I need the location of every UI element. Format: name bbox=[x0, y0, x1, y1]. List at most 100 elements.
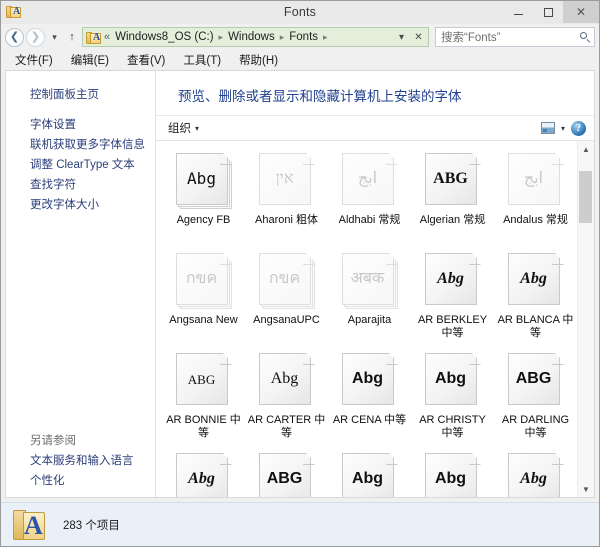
sidebar-item-change-font-size[interactable]: 更改字体大小 bbox=[6, 195, 155, 215]
menu-item-file[interactable]: 文件(F) bbox=[13, 51, 55, 69]
breadcrumb-overflow[interactable]: « bbox=[103, 31, 113, 43]
font-file-icon: Abg bbox=[424, 452, 482, 497]
menu-item-tools[interactable]: 工具(T) bbox=[181, 51, 223, 69]
close-icon[interactable]: ✕ bbox=[410, 28, 427, 46]
breadcrumb-item-fonts[interactable]: Fonts bbox=[287, 31, 320, 43]
font-file-icon: ابج bbox=[341, 152, 399, 209]
breadcrumb-item-drive[interactable]: Windows8_OS (C:) bbox=[113, 31, 215, 43]
font-name-label: AR CENA 中等 bbox=[332, 414, 407, 426]
address-bar[interactable]: A « Windows8_OS (C:) ▸ Windows ▸ Fonts ▸… bbox=[82, 27, 429, 47]
breadcrumb-separator[interactable]: ▸ bbox=[277, 32, 288, 43]
font-preview-sample: Abg bbox=[520, 270, 547, 287]
breadcrumb: « Windows8_OS (C:) ▸ Windows ▸ Fonts ▸ bbox=[103, 31, 393, 43]
navigation-bar: ❮ ❯ ▾ ↑ A « Windows8_OS (C:) ▸ Windows ▸… bbox=[1, 24, 599, 50]
font-tile[interactable]: ABG Algerian 常规 bbox=[411, 151, 494, 251]
font-preview-sample: Abg bbox=[187, 169, 216, 188]
breadcrumb-separator[interactable]: ▸ bbox=[216, 32, 227, 43]
font-name-label: AR CARTER 中等 bbox=[247, 414, 326, 439]
font-name-label: Andalus 常规 bbox=[503, 214, 568, 226]
view-options-icon[interactable] bbox=[540, 122, 555, 134]
font-name-label: AR DARLING 中等 bbox=[501, 414, 570, 439]
font-name-label: Angsana New bbox=[169, 314, 238, 326]
fonts-folder-icon: A bbox=[6, 4, 22, 20]
font-preview-sample: Abg bbox=[351, 470, 384, 487]
font-tile[interactable]: Abg bbox=[411, 451, 494, 497]
organize-button[interactable]: 组织 ▾ bbox=[168, 120, 199, 136]
font-file-icon: Abg bbox=[175, 152, 233, 209]
search-icon[interactable] bbox=[579, 31, 591, 43]
breadcrumb-item-windows[interactable]: Windows bbox=[226, 31, 277, 43]
font-tile[interactable]: ابج Andalus 常规 bbox=[494, 151, 577, 251]
font-tile[interactable]: אין Aharoni 粗体 bbox=[245, 151, 328, 251]
font-preview-sample: Abg bbox=[520, 470, 547, 487]
sidebar-item-font-settings[interactable]: 字体设置 bbox=[6, 115, 155, 135]
sidebar-item-control-panel-home[interactable]: 控制面板主页 bbox=[6, 85, 155, 105]
sidebar: 控制面板主页 字体设置 联机获取更多字体信息 调整 ClearType 文本 查… bbox=[6, 71, 156, 497]
font-tile[interactable]: ABG bbox=[245, 451, 328, 497]
font-preview-sample: ابج bbox=[357, 170, 378, 187]
recent-locations-button[interactable]: ▾ bbox=[47, 27, 62, 47]
font-file-icon: Abg bbox=[341, 352, 399, 409]
font-preview-sample: กขค bbox=[268, 270, 301, 287]
font-name-label: Aldhabi 常规 bbox=[338, 214, 401, 226]
font-file-icon: Abg bbox=[424, 352, 482, 409]
font-file-icon: Abg bbox=[507, 252, 565, 309]
font-tile[interactable]: Abg AR CARTER 中等 bbox=[245, 351, 328, 451]
sidebar-item-text-services[interactable]: 文本服务和输入语言 bbox=[6, 451, 155, 471]
fonts-folder-icon: A bbox=[86, 30, 101, 44]
vertical-scrollbar[interactable]: ▲ ▼ bbox=[577, 141, 594, 497]
font-tile[interactable]: Abg bbox=[494, 451, 577, 497]
scroll-up-arrow[interactable]: ▲ bbox=[578, 141, 594, 157]
font-file-icon: ABG bbox=[175, 352, 233, 409]
folder-letter: A bbox=[24, 510, 43, 540]
sidebar-item-find-character[interactable]: 查找字符 bbox=[6, 175, 155, 195]
font-file-icon: กขค bbox=[258, 252, 316, 309]
scroll-down-arrow[interactable]: ▼ bbox=[578, 481, 594, 497]
font-tile[interactable]: Abg AR BERKLEY 中等 bbox=[411, 251, 494, 351]
minimize-button[interactable] bbox=[503, 1, 533, 23]
font-file-icon: Abg bbox=[175, 452, 233, 497]
font-tile[interactable]: अबक Aparajita bbox=[328, 251, 411, 351]
up-button[interactable]: ↑ bbox=[64, 27, 80, 47]
font-preview-sample: אין bbox=[275, 170, 294, 187]
font-tile[interactable]: Abg bbox=[328, 451, 411, 497]
back-button[interactable]: ❮ bbox=[5, 27, 24, 47]
menu-item-help[interactable]: 帮助(H) bbox=[237, 51, 280, 69]
toolbar-right: ▾ ? bbox=[540, 120, 586, 136]
font-tile[interactable]: Abg Agency FB bbox=[162, 151, 245, 251]
font-name-label: Aparajita bbox=[347, 314, 392, 326]
sidebar-item-adjust-cleartype[interactable]: 调整 ClearType 文本 bbox=[6, 155, 155, 175]
sidebar-item-get-font-info-online[interactable]: 联机获取更多字体信息 bbox=[6, 135, 155, 155]
menu-item-edit[interactable]: 编辑(E) bbox=[69, 51, 111, 69]
font-tile[interactable]: กขค Angsana New bbox=[162, 251, 245, 351]
search-placeholder: 搜索“Fonts” bbox=[441, 32, 501, 44]
font-tile[interactable]: ABG AR DARLING 中等 bbox=[494, 351, 577, 451]
font-tile[interactable]: Abg AR BLANCA 中等 bbox=[494, 251, 577, 351]
sidebar-item-personalization[interactable]: 个性化 bbox=[6, 471, 155, 491]
font-tile[interactable]: Abg bbox=[162, 451, 245, 497]
forward-button[interactable]: ❯ bbox=[26, 27, 45, 47]
font-grid: Abg Agency FB אין Aharoni 粗体 ابج Aldhabi 常规 AB… bbox=[156, 141, 577, 497]
close-button[interactable]: ✕ bbox=[563, 1, 599, 23]
maximize-button[interactable] bbox=[533, 1, 563, 23]
chevron-down-icon[interactable]: ▾ bbox=[393, 28, 410, 46]
font-tile[interactable]: Abg AR CENA 中等 bbox=[328, 351, 411, 451]
scrollbar-track[interactable] bbox=[578, 157, 594, 481]
font-tile[interactable]: ABG AR BONNIE 中等 bbox=[162, 351, 245, 451]
help-icon[interactable]: ? bbox=[571, 120, 586, 136]
font-preview-sample: Abg bbox=[434, 370, 467, 387]
font-file-icon: ABG bbox=[424, 152, 482, 209]
font-preview-sample: Abg bbox=[188, 470, 215, 487]
content-area: 控制面板主页 字体设置 联机获取更多字体信息 调整 ClearType 文本 查… bbox=[1, 70, 599, 502]
font-preview-sample: ابج bbox=[523, 170, 544, 187]
search-input[interactable]: 搜索“Fonts” bbox=[435, 27, 595, 47]
breadcrumb-separator[interactable]: ▸ bbox=[320, 32, 331, 43]
font-tile[interactable]: ابج Aldhabi 常规 bbox=[328, 151, 411, 251]
font-tile[interactable]: Abg AR CHRISTY 中等 bbox=[411, 351, 494, 451]
font-preview-sample: अबक bbox=[350, 270, 385, 287]
chevron-down-icon[interactable]: ▾ bbox=[561, 124, 565, 133]
font-file-icon: ABG bbox=[507, 352, 565, 409]
menu-item-view[interactable]: 查看(V) bbox=[125, 51, 167, 69]
scrollbar-thumb[interactable] bbox=[579, 171, 592, 223]
font-tile[interactable]: กขค AngsanaUPC bbox=[245, 251, 328, 351]
